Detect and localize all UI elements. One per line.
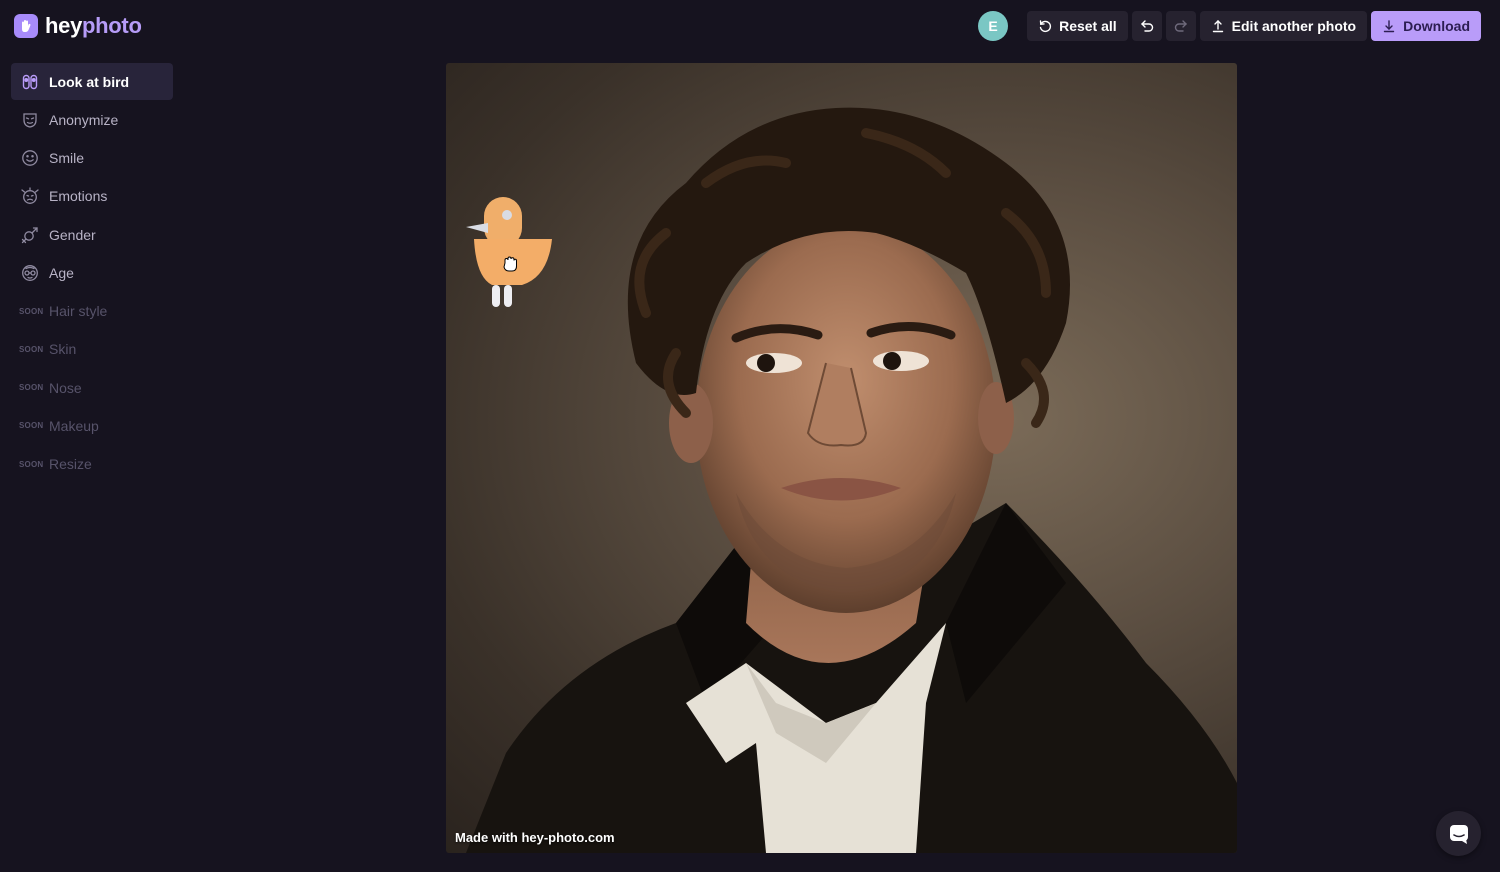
sidebar-item-label: Emotions bbox=[49, 188, 108, 205]
download-icon bbox=[1383, 20, 1395, 33]
undo-button[interactable] bbox=[1131, 11, 1162, 41]
mask-icon bbox=[19, 109, 40, 130]
sidebar-item-smile[interactable]: Smile bbox=[11, 140, 173, 177]
user-avatar[interactable]: E bbox=[978, 11, 1009, 41]
bird-eyes-icon bbox=[19, 71, 40, 92]
sidebar-item-skin: SOON Skin bbox=[11, 331, 173, 368]
brand-name: heyphoto bbox=[45, 13, 142, 39]
reset-all-button[interactable]: Reset all bbox=[1027, 11, 1128, 41]
sidebar-item-label: Resize bbox=[49, 456, 92, 472]
soon-badge: SOON bbox=[19, 421, 44, 431]
brand-name-part1: hey bbox=[45, 13, 83, 38]
reset-all-label: Reset all bbox=[1059, 18, 1117, 34]
sidebar-item-label: Age bbox=[49, 264, 74, 281]
bird-beak bbox=[466, 223, 488, 233]
age-icon bbox=[19, 262, 40, 283]
gender-icon bbox=[19, 224, 40, 245]
download-button[interactable]: Download bbox=[1371, 11, 1481, 41]
sidebar-item-label: Makeup bbox=[49, 417, 99, 434]
edit-another-photo-label: Edit another photo bbox=[1231, 18, 1357, 34]
sidebar-item-label: Look at bird bbox=[49, 73, 130, 90]
sidebar-item-label: Anonymize bbox=[49, 111, 119, 128]
soon-badge: SOON bbox=[19, 344, 44, 354]
soon-badge: SOON bbox=[19, 383, 44, 392]
sidebar-item-makeup: SOON Makeup bbox=[11, 407, 173, 444]
brand-name-part2: photo bbox=[82, 13, 142, 38]
tools-sidebar: Look at bird Anonymize Smile Emotions Ge… bbox=[11, 63, 173, 484]
bird-leg-left bbox=[492, 285, 500, 307]
soon-badge: SOON bbox=[19, 459, 44, 469]
bird-sticker[interactable] bbox=[462, 195, 556, 313]
hand-wave-icon bbox=[14, 14, 38, 38]
sidebar-item-gender[interactable]: Gender bbox=[11, 216, 173, 253]
undo-icon bbox=[1140, 20, 1153, 32]
chat-icon bbox=[1449, 824, 1468, 844]
chat-button[interactable] bbox=[1436, 811, 1481, 856]
sidebar-item-label: Nose bbox=[49, 379, 82, 396]
portrait-image bbox=[466, 107, 1237, 853]
emotions-icon bbox=[19, 186, 40, 207]
iris-left bbox=[757, 354, 775, 372]
soon-badge: SOON bbox=[19, 306, 44, 316]
redo-icon bbox=[1174, 20, 1187, 32]
watermark: Made with hey-photo.com bbox=[455, 830, 615, 845]
brand-logo[interactable]: heyphoto bbox=[14, 13, 142, 39]
smile-icon bbox=[19, 148, 40, 169]
sidebar-item-label: Skin bbox=[49, 341, 77, 358]
upload-icon bbox=[1212, 20, 1223, 33]
sidebar-item-nose: SOON Nose bbox=[11, 369, 173, 406]
reset-icon bbox=[1039, 20, 1052, 33]
bird-leg-right bbox=[504, 285, 512, 307]
redo-button[interactable] bbox=[1165, 11, 1196, 41]
bird-eye bbox=[502, 210, 512, 220]
toolbar: E Reset all Edit another photo Download bbox=[978, 11, 1481, 41]
sidebar-item-label: Smile bbox=[49, 150, 85, 166]
grab-hand-cursor bbox=[503, 256, 517, 272]
sidebar-item-label: Gender bbox=[49, 226, 96, 243]
sidebar-item-look-at-bird[interactable]: Look at bird bbox=[11, 63, 173, 100]
sidebar-item-resize: SOON Resize bbox=[11, 446, 173, 483]
sidebar-item-label: Hair style bbox=[49, 303, 108, 319]
photo-canvas[interactable]: Made with hey-photo.com bbox=[446, 63, 1237, 853]
sidebar-item-age[interactable]: Age bbox=[11, 254, 173, 291]
iris-right bbox=[883, 352, 901, 370]
edit-another-photo-button[interactable]: Edit another photo bbox=[1199, 11, 1368, 41]
sidebar-item-anonymize[interactable]: Anonymize bbox=[11, 101, 173, 138]
download-label: Download bbox=[1403, 18, 1470, 34]
sidebar-item-emotions[interactable]: Emotions bbox=[11, 178, 173, 215]
sidebar-item-hair-style: SOON Hair style bbox=[11, 293, 173, 330]
